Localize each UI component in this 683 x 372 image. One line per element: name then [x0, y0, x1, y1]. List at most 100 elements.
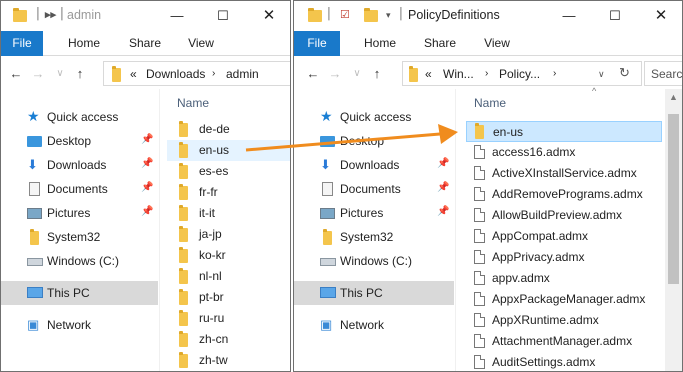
nav-item[interactable]: Documents 📌	[1, 177, 158, 201]
nav-item[interactable]: This PC	[294, 281, 454, 305]
tab-home[interactable]: Home	[61, 31, 107, 56]
list-item[interactable]: ja-jp	[167, 224, 290, 245]
column-header-name[interactable]: Name	[474, 96, 506, 110]
list-item[interactable]: ko-kr	[167, 245, 290, 266]
nav-item[interactable]: Windows (C:)	[294, 249, 454, 273]
list-item[interactable]: AppxPackageManager.admx	[466, 289, 662, 310]
new-folder-icon[interactable]	[364, 8, 378, 22]
qa-divider: │	[326, 8, 333, 20]
close-button[interactable]: ✕	[246, 1, 290, 31]
list-item[interactable]: AuditSettings.admx	[466, 352, 662, 371]
vertical-scrollbar[interactable]: ▲	[665, 89, 682, 371]
list-item[interactable]: nl-nl	[167, 266, 290, 287]
breadcrumb-prefix[interactable]: «	[425, 67, 432, 81]
nav-item[interactable]: This PC	[1, 281, 158, 305]
breadcrumb-prefix[interactable]: «	[130, 67, 137, 81]
refresh-icon[interactable]: ↻	[619, 65, 630, 81]
address-dropdown-icon[interactable]: ∨	[598, 69, 605, 80]
up-button[interactable]: ↑	[370, 66, 384, 81]
list-item[interactable]: it-it	[167, 203, 290, 224]
desktop-icon	[320, 136, 335, 147]
list-item[interactable]: AllowBuildPreview.admx	[466, 205, 662, 226]
nav-item[interactable]: System32	[294, 225, 454, 249]
back-button[interactable]: ←	[306, 66, 320, 81]
search-box[interactable]: Search	[644, 61, 682, 86]
minimize-button[interactable]: —	[546, 1, 592, 31]
list-item[interactable]: zh-tw	[167, 350, 290, 371]
window-title: admin	[67, 8, 102, 22]
list-item[interactable]: fr-fr	[167, 182, 290, 203]
nav-item[interactable]: Desktop 📌	[1, 129, 158, 153]
tab-view[interactable]: View	[181, 31, 221, 56]
scrollbar-thumb[interactable]	[668, 114, 679, 284]
customize-toolbar-icon[interactable]: ▾	[386, 10, 391, 26]
list-item[interactable]: AttachmentManager.admx	[466, 331, 662, 352]
network-icon: ▣	[27, 317, 40, 332]
tab-view[interactable]: View	[476, 31, 518, 56]
breadcrumb-admin[interactable]: admin	[226, 67, 259, 81]
tab-home[interactable]: Home	[356, 31, 404, 56]
up-button[interactable]: ↑	[73, 66, 87, 81]
tab-file[interactable]: File	[1, 31, 43, 56]
nav-item[interactable]: ▣ Network	[294, 313, 454, 337]
nav-item[interactable]: Windows (C:)	[1, 249, 158, 273]
address-bar[interactable]: « Downloads › admin	[103, 61, 290, 86]
list-item-label: en-us	[199, 143, 230, 157]
folder-icon	[179, 226, 188, 242]
list-item[interactable]: access16.admx	[466, 142, 662, 163]
nav-item[interactable]: ★ Quick access	[294, 105, 454, 129]
back-button[interactable]: ←	[9, 66, 23, 81]
pin-icon: 📌	[141, 158, 154, 169]
customize-toolbar-icon[interactable]: ▸▸	[45, 8, 56, 24]
star-icon: ★	[27, 108, 40, 124]
tab-share[interactable]: Share	[123, 31, 167, 56]
nav-item[interactable]: ★ Quick access	[1, 105, 158, 129]
file-list: Name ^ en-us access16.admx ActiveXInstallS…	[464, 86, 667, 371]
address-bar[interactable]: « Win... › Policy... › ∨ ↻	[402, 61, 642, 86]
scroll-up-icon[interactable]: ▲	[665, 89, 682, 106]
address-row: ← → ∨ ↑ « Win... › Policy... › ∨ ↻ Searc…	[294, 57, 682, 89]
list-item-label: ru-ru	[199, 311, 225, 325]
download-icon: ⬇	[320, 157, 331, 172]
list-item[interactable]: AppXRuntime.admx	[466, 310, 662, 331]
list-item[interactable]: es-es	[167, 161, 290, 182]
recent-locations-button[interactable]: ∨	[350, 68, 364, 79]
list-item[interactable]: AppCompat.admx	[466, 226, 662, 247]
list-item-label: ko-kr	[199, 248, 226, 262]
nav-item[interactable]: Pictures 📌	[1, 201, 158, 225]
list-item[interactable]: ru-ru	[167, 308, 290, 329]
list-item-label: zh-cn	[199, 332, 229, 346]
breadcrumb-windows[interactable]: Win...	[443, 67, 474, 81]
list-item[interactable]: AppPrivacy.admx	[466, 247, 662, 268]
maximize-button[interactable]: ☐	[200, 1, 246, 31]
maximize-button[interactable]: ☐	[592, 1, 638, 31]
nav-item-label: System32	[340, 230, 394, 244]
nav-item[interactable]: ⬇ Downloads 📌	[1, 153, 158, 177]
forward-button[interactable]: →	[31, 66, 45, 81]
close-button[interactable]: ✕	[638, 1, 682, 31]
breadcrumb-downloads[interactable]: Downloads	[146, 67, 205, 81]
column-header-name[interactable]: Name	[177, 96, 209, 110]
minimize-button[interactable]: —	[154, 1, 200, 31]
nav-item[interactable]: ▣ Network	[1, 313, 158, 337]
list-item[interactable]: zh-cn	[167, 329, 290, 350]
list-item[interactable]: en-us	[167, 140, 290, 161]
list-item[interactable]: ActiveXInstallService.admx	[466, 163, 662, 184]
nav-item[interactable]: System32	[1, 225, 158, 249]
tab-file[interactable]: File	[294, 31, 340, 56]
list-item[interactable]: pt-br	[167, 287, 290, 308]
forward-button[interactable]: →	[328, 66, 342, 81]
folder-icon	[179, 331, 188, 347]
list-item[interactable]: appv.admx	[466, 268, 662, 289]
nav-item[interactable]: Desktop	[294, 129, 454, 153]
breadcrumb-policy[interactable]: Policy...	[499, 67, 540, 81]
list-item[interactable]: AddRemovePrograms.admx	[466, 184, 662, 205]
nav-item[interactable]: Documents 📌	[294, 177, 454, 201]
tab-share[interactable]: Share	[418, 31, 462, 56]
nav-item[interactable]: Pictures 📌	[294, 201, 454, 225]
list-item[interactable]: de-de	[167, 119, 290, 140]
properties-icon[interactable]: ☑	[340, 8, 350, 24]
recent-locations-button[interactable]: ∨	[53, 68, 67, 79]
nav-item[interactable]: ⬇ Downloads 📌	[294, 153, 454, 177]
list-item[interactable]: en-us	[466, 121, 662, 142]
